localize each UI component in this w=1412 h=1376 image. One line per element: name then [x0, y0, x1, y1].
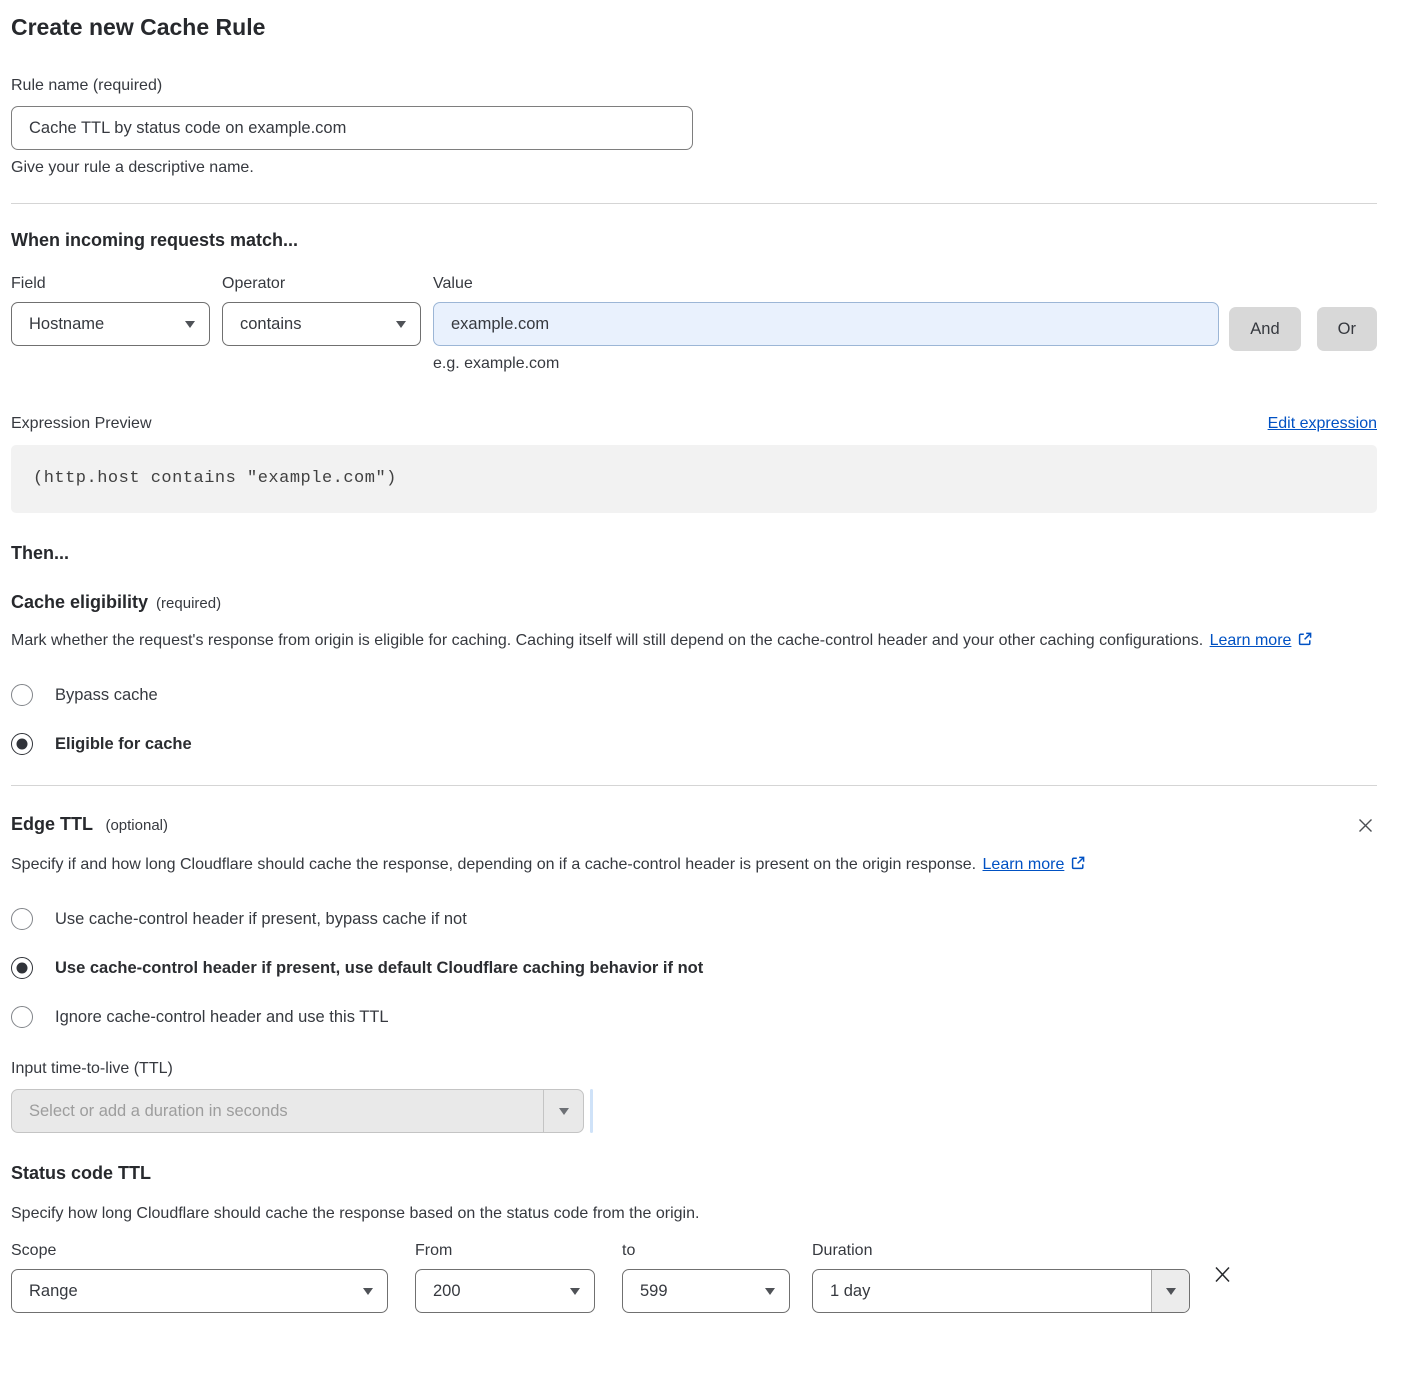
edge-ttl-header: Edge TTL (optional)	[11, 814, 1377, 837]
status-code-ttl-description: Specify how long Cloudflare should cache…	[11, 1200, 1377, 1228]
field-select-value: Hostname	[29, 315, 104, 334]
edit-expression-link[interactable]: Edit expression	[1268, 415, 1377, 433]
required-note: (required)	[156, 595, 221, 612]
cache-eligibility-learn-more-link[interactable]: Learn more	[1210, 632, 1292, 649]
chevron-down-icon	[185, 321, 195, 328]
radio-option-label: Eligible for cache	[55, 735, 192, 754]
radio-option-label: Bypass cache	[55, 686, 158, 705]
operator-select[interactable]: contains	[222, 302, 421, 346]
and-button[interactable]: And	[1229, 307, 1300, 351]
expression-code-block: (http.host contains "example.com")	[11, 445, 1377, 513]
scope-select-value: Range	[29, 1282, 78, 1301]
radio-option-label: Ignore cache-control header and use this…	[55, 1008, 389, 1027]
to-label: to	[622, 1242, 790, 1260]
section-divider	[11, 203, 1377, 204]
expression-preview-label: Expression Preview	[11, 415, 152, 433]
match-condition-row: Field Hostname Operator contains Value e…	[11, 275, 1377, 373]
value-input[interactable]	[433, 302, 1219, 346]
operator-select-value: contains	[240, 315, 301, 334]
delete-row-icon[interactable]	[1208, 1260, 1237, 1289]
edge-ttl-heading: Edge TTL	[11, 814, 93, 834]
field-label: Field	[11, 275, 210, 293]
radio-option-label: Use cache-control header if present, byp…	[55, 910, 467, 929]
chevron-down-icon	[396, 321, 406, 328]
optional-note: (optional)	[105, 817, 168, 834]
then-heading: Then...	[11, 543, 1377, 564]
radio-option-eligible-for-cache[interactable]: Eligible for cache	[11, 733, 1377, 755]
to-select[interactable]: 599	[622, 1269, 790, 1313]
status-code-ttl-row: Scope Range From 200 to 599 Duration 1 d…	[11, 1242, 1377, 1313]
page-title: Create new Cache Rule	[11, 14, 1377, 41]
chevron-down-icon	[765, 1288, 775, 1295]
section-divider	[11, 785, 1377, 786]
match-section-heading: When incoming requests match...	[11, 230, 1377, 251]
field-select[interactable]: Hostname	[11, 302, 210, 346]
chevron-down-icon	[559, 1108, 569, 1115]
status-code-ttl-heading: Status code TTL	[11, 1163, 1377, 1184]
scope-label: Scope	[11, 1242, 388, 1260]
radio-option-use-header-default[interactable]: Use cache-control header if present, use…	[11, 957, 1377, 979]
from-select[interactable]: 200	[415, 1269, 595, 1313]
scope-select[interactable]: Range	[11, 1269, 388, 1313]
rule-name-label: Rule name (required)	[11, 77, 1377, 95]
radio-option-bypass-cache[interactable]: Bypass cache	[11, 684, 1377, 706]
from-label: From	[415, 1242, 595, 1260]
chevron-down-icon	[1166, 1288, 1176, 1295]
from-select-value: 200	[433, 1282, 461, 1301]
rule-name-helper: Give your rule a descriptive name.	[11, 159, 1377, 177]
ttl-select-placeholder: Select or add a duration in seconds	[12, 1090, 543, 1132]
radio-option-label: Use cache-control header if present, use…	[55, 959, 703, 978]
external-link-icon	[1297, 629, 1313, 657]
ttl-select-row: Select or add a duration in seconds	[11, 1089, 1377, 1133]
cache-eligibility-description: Mark whether the request's response from…	[11, 627, 1356, 657]
external-link-icon	[1070, 853, 1086, 881]
duration-select[interactable]: 1 day	[812, 1269, 1190, 1313]
edge-ttl-description: Specify if and how long Cloudflare shoul…	[11, 851, 1111, 881]
radio-selected-icon[interactable]	[11, 733, 33, 755]
cache-eligibility-description-text: Mark whether the request's response from…	[11, 632, 1203, 649]
focus-sliver	[590, 1089, 593, 1133]
duration-caret-button[interactable]	[1151, 1270, 1189, 1312]
value-label: Value	[433, 275, 1219, 293]
cache-eligibility-heading: Cache eligibility	[11, 592, 148, 613]
ttl-select-caret-box	[543, 1090, 583, 1132]
duration-label: Duration	[812, 1242, 1190, 1260]
radio-option-ignore-header[interactable]: Ignore cache-control header and use this…	[11, 1006, 1377, 1028]
expression-preview-header: Expression Preview Edit expression	[11, 415, 1377, 433]
close-icon[interactable]	[1354, 814, 1377, 837]
radio-option-use-header-bypass[interactable]: Use cache-control header if present, byp…	[11, 908, 1377, 930]
chevron-down-icon	[570, 1288, 580, 1295]
chevron-down-icon	[363, 1288, 373, 1295]
rule-name-input[interactable]	[11, 106, 693, 150]
cache-eligibility-header: Cache eligibility (required)	[11, 592, 1377, 613]
radio-unselected-icon[interactable]	[11, 1006, 33, 1028]
edge-ttl-learn-more-link[interactable]: Learn more	[983, 856, 1065, 873]
or-button[interactable]: Or	[1317, 307, 1377, 351]
operator-label: Operator	[222, 275, 421, 293]
radio-selected-icon[interactable]	[11, 957, 33, 979]
duration-select-value: 1 day	[813, 1270, 1151, 1312]
ttl-input-label: Input time-to-live (TTL)	[11, 1060, 1377, 1078]
ttl-select-disabled: Select or add a duration in seconds	[11, 1089, 584, 1133]
radio-unselected-icon[interactable]	[11, 684, 33, 706]
edge-ttl-description-text: Specify if and how long Cloudflare shoul…	[11, 856, 976, 873]
value-helper: e.g. example.com	[433, 355, 1219, 373]
create-cache-rule-form: Create new Cache Rule Rule name (require…	[0, 0, 1412, 1343]
radio-unselected-icon[interactable]	[11, 908, 33, 930]
to-select-value: 599	[640, 1282, 668, 1301]
